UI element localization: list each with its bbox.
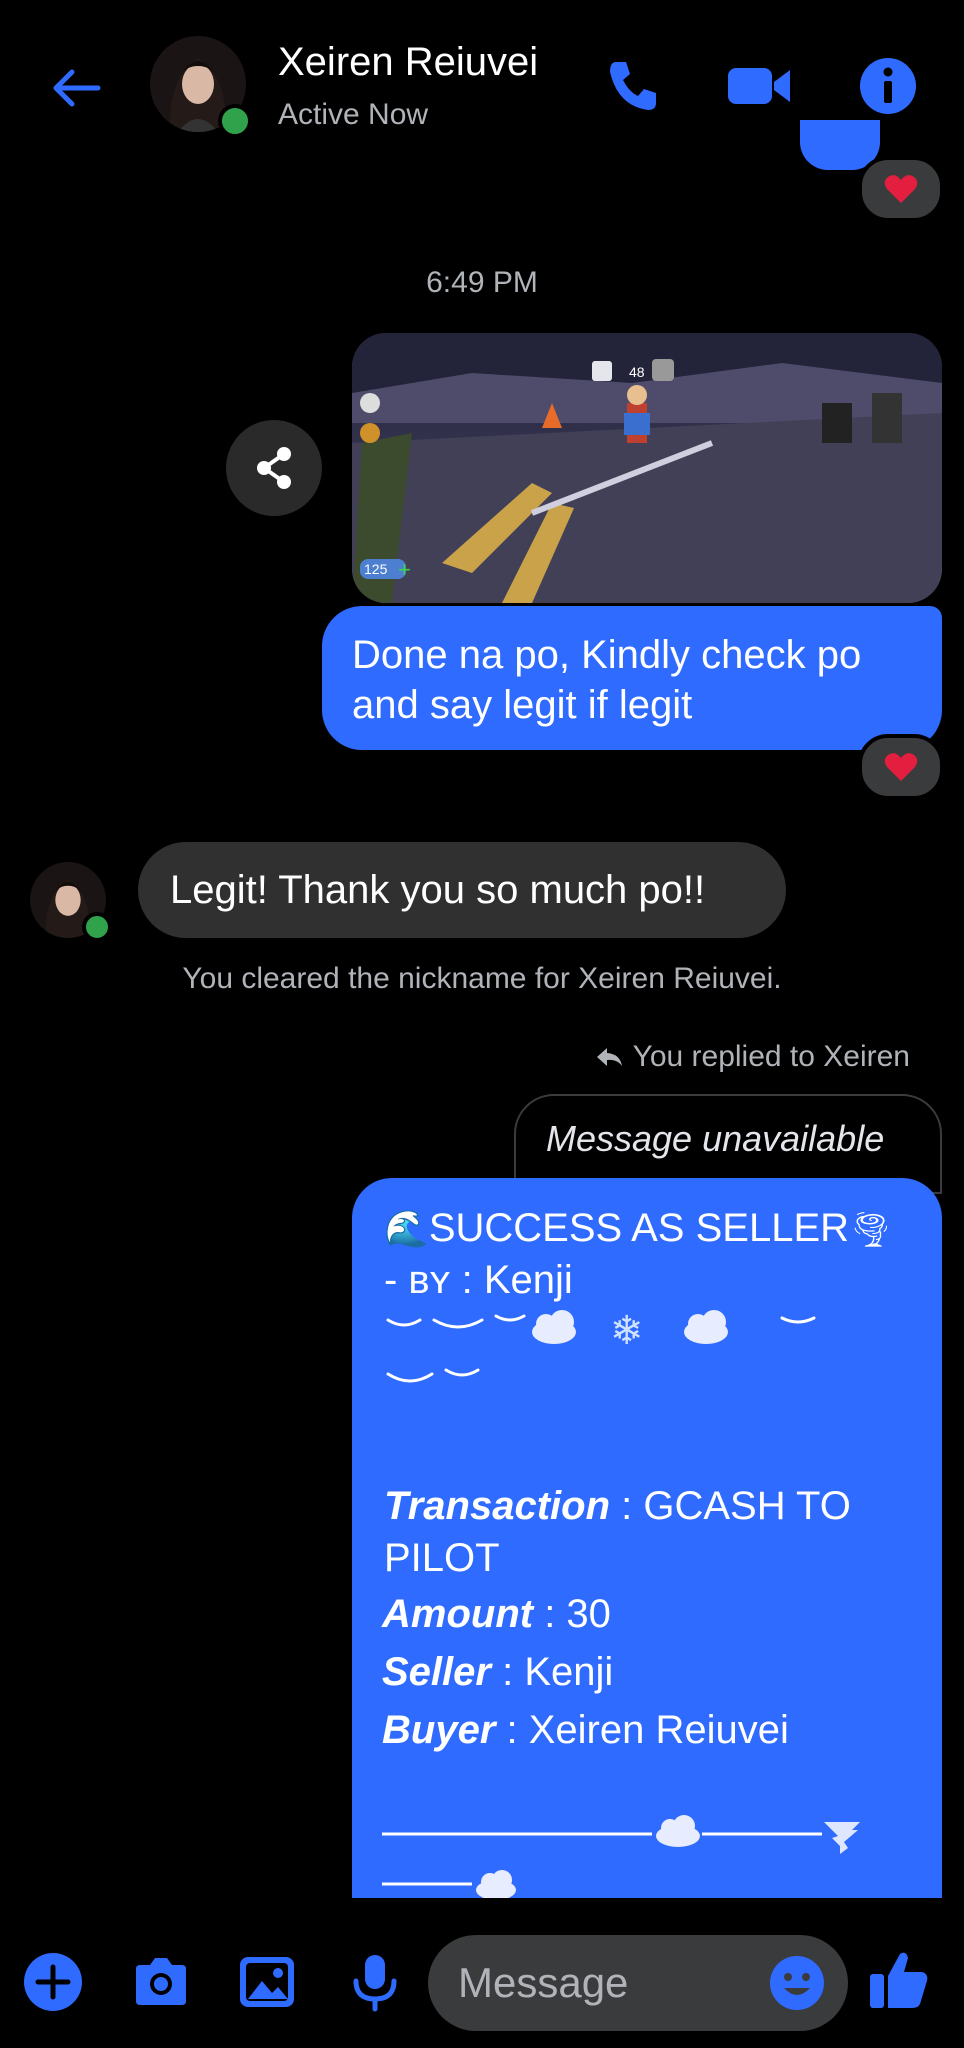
info-icon[interactable] — [858, 56, 918, 116]
receipt-line-buyer: Buyer : Xeiren Reiuvei — [382, 1708, 789, 1752]
timestamp: 6:49 PM — [426, 266, 538, 299]
receipt-line-transaction-cont: PILOT — [384, 1536, 500, 1580]
hud-coins: 125 — [364, 561, 388, 577]
receipt-message-bubble[interactable]: 🌊SUCCESS AS SELLER🌪 - ʙʏ : Kenji ❄ Trans… — [352, 1178, 942, 1898]
back-arrow-icon[interactable] — [48, 60, 104, 116]
receipt-title: SUCCESS AS SELLER — [428, 1206, 850, 1250]
receipt-line-amount: Amount : 30 — [382, 1592, 611, 1636]
receipt-line-seller: Seller : Kenji — [382, 1650, 614, 1694]
tornado-emoji-icon: 🌪 — [849, 1211, 893, 1249]
receipt-by-name: Kenji — [483, 1258, 573, 1302]
camera-icon[interactable] — [130, 1951, 192, 2013]
emoji-icon[interactable] — [768, 1954, 826, 2012]
wave-emoji-icon: 🌊 — [384, 1208, 429, 1249]
plus-icon[interactable] — [22, 1951, 84, 2013]
svg-text:+: + — [398, 557, 411, 582]
thumbs-up-icon[interactable] — [866, 1946, 932, 2012]
heart-icon — [884, 175, 918, 203]
their-message-bubble[interactable]: Legit! Thank you so much po!! — [138, 842, 786, 938]
online-indicator — [218, 104, 252, 138]
hud-counter: 48 — [629, 364, 645, 380]
reaction-badge[interactable] — [858, 734, 944, 800]
active-status: Active Now — [278, 98, 429, 131]
gallery-icon[interactable] — [236, 1951, 298, 2013]
message-placeholder: Message — [458, 1959, 629, 2006]
share-button[interactable] — [226, 420, 322, 516]
decorative-divider — [382, 1815, 860, 1898]
reply-label-text: You replied to Xeiren — [632, 1040, 910, 1073]
online-indicator — [82, 912, 112, 942]
message-text: Done na po, Kindly check po and say legi… — [352, 633, 862, 727]
shared-image[interactable]: 48 125 + — [352, 333, 942, 603]
my-message-bubble[interactable]: Done na po, Kindly check po and say legi… — [322, 606, 942, 750]
phone-icon[interactable] — [602, 56, 662, 116]
decorative-divider: ❄ — [386, 1308, 816, 1383]
snowflake-icon: ❄ — [610, 1308, 644, 1354]
quoted-text: Message unavailable — [546, 1118, 885, 1159]
reaction-badge[interactable] — [858, 156, 944, 222]
reply-indicator: You replied to Xeiren — [595, 1040, 910, 1074]
system-notice: You cleared the nickname for Xeiren Reiu… — [182, 962, 782, 995]
contact-name[interactable]: Xeiren Reiuvei — [278, 40, 538, 85]
heart-icon — [884, 753, 918, 781]
reply-icon — [596, 1048, 622, 1066]
receipt-title-line: 🌊SUCCESS AS SELLER🌪 — [384, 1202, 892, 1256]
share-icon — [257, 447, 291, 489]
video-icon[interactable] — [726, 56, 792, 116]
receipt-by-line: - ʙʏ : Kenji — [384, 1258, 573, 1302]
message-text: Legit! Thank you so much po!! — [170, 868, 706, 912]
mic-icon[interactable] — [344, 1951, 406, 2013]
receipt-line-transaction: Transaction : GCASH TO — [384, 1484, 851, 1528]
